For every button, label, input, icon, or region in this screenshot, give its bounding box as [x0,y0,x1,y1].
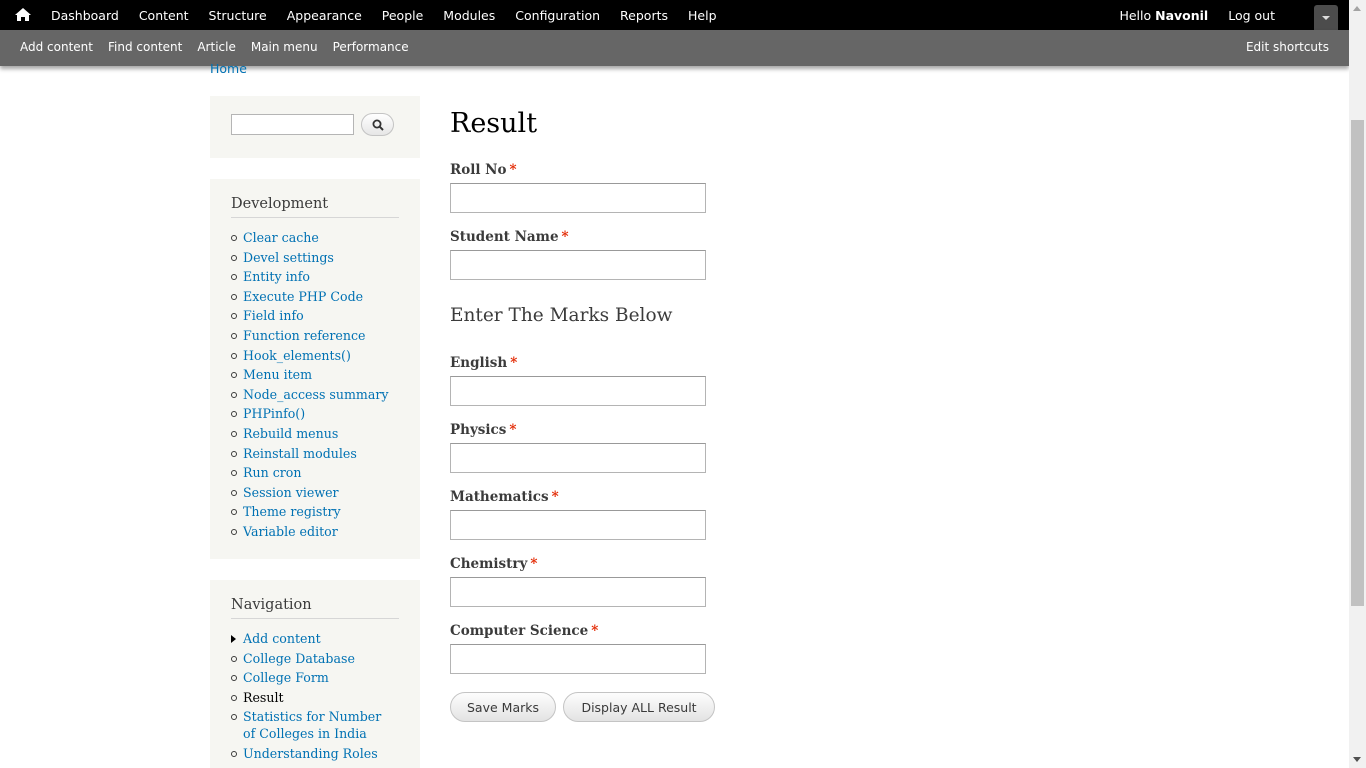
username: Navonil [1155,7,1209,23]
toolbar-item-content[interactable]: Content [139,8,189,23]
dev-link-menu-item[interactable]: Menu item [231,365,389,385]
search-button[interactable] [361,113,394,136]
development-menu: Clear cache Devel settings Entity info E… [231,228,389,542]
search-block [210,96,420,158]
physics-label-text: Physics [450,422,507,438]
mathematics-field[interactable] [450,510,706,540]
breadcrumb: Home [210,61,247,76]
nav-link-understanding-roles[interactable]: Understanding Roles [231,744,393,764]
search-input[interactable] [231,114,354,135]
search-icon [372,119,384,131]
student-name-label-text: Student Name [450,229,559,245]
shortcut-bar: Add content Find content Article Main me… [0,30,1349,66]
dev-link-theme-registry[interactable]: Theme registry [231,502,389,522]
toolbar-user: Hello Navonil Log out [1119,0,1275,30]
roll-no-label-text: Roll No [450,162,507,178]
logout-link[interactable]: Log out [1228,8,1275,23]
page-scrollbar[interactable] [1349,0,1366,768]
chevron-down-icon [1322,15,1330,20]
dev-link-rebuild-menus[interactable]: Rebuild menus [231,424,389,444]
dev-link-entity-info[interactable]: Entity info [231,267,389,287]
nav-link-statistics[interactable]: Statistics for Number of Colleges in Ind… [231,707,393,744]
nav-link-add-content[interactable]: Add content [231,629,393,649]
page-title: Result [450,108,538,139]
dev-link-execute-php[interactable]: Execute PHP Code [231,287,389,307]
shortcut-list: Add content Find content Article Main me… [20,30,424,64]
dev-link-session-viewer[interactable]: Session viewer [231,483,389,503]
shortcut-find-content[interactable]: Find content [108,40,182,54]
toolbar-menu: Dashboard Content Structure Appearance P… [51,0,737,30]
chemistry-label-text: Chemistry [450,556,528,572]
chemistry-field[interactable] [450,577,706,607]
development-block: Development Clear cache Devel settings E… [210,179,420,559]
required-marker: * [509,422,517,438]
dev-link-hook-elements[interactable]: Hook_elements() [231,346,389,366]
computer-science-field[interactable] [450,644,706,674]
roll-no-field[interactable] [450,183,706,213]
dev-link-phpinfo[interactable]: PHPinfo() [231,404,389,424]
computer-science-label-text: Computer Science [450,623,589,639]
toolbar-item-dashboard[interactable]: Dashboard [51,8,119,23]
student-name-label: Student Name * [450,229,569,245]
shortcut-article[interactable]: Article [197,40,236,54]
english-label: English * [450,355,517,371]
english-field[interactable] [450,376,706,406]
required-marker: * [561,229,569,245]
toolbar-item-structure[interactable]: Structure [209,8,267,23]
dev-link-function-reference[interactable]: Function reference [231,326,389,346]
breadcrumb-home-link[interactable]: Home [210,61,247,76]
student-name-field[interactable] [450,250,706,280]
dev-link-variable-editor[interactable]: Variable editor [231,522,389,542]
user-greeting[interactable]: Hello Navonil [1119,8,1208,23]
english-label-text: English [450,355,508,371]
dev-link-clear-cache[interactable]: Clear cache [231,228,389,248]
mathematics-label: Mathematics * [450,489,559,505]
nav-link-result[interactable]: Result [231,688,393,708]
chemistry-label: Chemistry * [450,556,537,572]
required-marker: * [509,162,517,178]
computer-science-label: Computer Science * [450,623,598,639]
admin-toolbar: Dashboard Content Structure Appearance P… [0,0,1349,30]
development-title: Development [231,196,399,218]
save-marks-button[interactable]: Save Marks [450,692,556,722]
required-marker: * [530,556,538,572]
shortcut-add-content[interactable]: Add content [20,40,93,54]
dev-link-reinstall-modules[interactable]: Reinstall modules [231,444,389,464]
toolbar-item-people[interactable]: People [382,8,424,23]
mathematics-label-text: Mathematics [450,489,549,505]
roll-no-label: Roll No * [450,162,517,178]
navigation-title: Navigation [231,597,399,619]
dev-link-field-info[interactable]: Field info [231,306,389,326]
physics-field[interactable] [450,443,706,473]
navigation-block: Navigation Add content College Database … [210,580,420,768]
required-marker: * [510,355,518,371]
nav-link-college-database[interactable]: College Database [231,649,393,669]
scroll-down-arrow-icon[interactable] [1353,757,1361,762]
dev-link-run-cron[interactable]: Run cron [231,463,389,483]
navigation-menu: Add content College Database College For… [231,629,393,764]
home-icon[interactable] [12,6,34,24]
physics-label: Physics * [450,422,516,438]
greeting-prefix: Hello [1119,7,1152,23]
edit-shortcuts-link[interactable]: Edit shortcuts [1246,30,1329,64]
toolbar-item-modules[interactable]: Modules [443,8,495,23]
required-marker: * [551,489,559,505]
toolbar-item-reports[interactable]: Reports [620,8,668,23]
required-marker: * [591,623,599,639]
toolbar-item-help[interactable]: Help [688,8,717,23]
toolbar-item-appearance[interactable]: Appearance [287,8,362,23]
shortcut-performance[interactable]: Performance [333,40,409,54]
scroll-up-arrow-icon[interactable] [1353,6,1361,11]
toolbar-item-configuration[interactable]: Configuration [515,8,600,23]
shortcut-main-menu[interactable]: Main menu [251,40,318,54]
nav-link-college-form[interactable]: College Form [231,668,393,688]
scrollbar-thumb[interactable] [1351,120,1364,606]
marks-heading: Enter The Marks Below [450,305,673,326]
dev-link-devel-settings[interactable]: Devel settings [231,248,389,268]
dev-link-node-access[interactable]: Node_access summary [231,385,389,405]
toolbar-drawer-toggle[interactable] [1314,5,1338,30]
display-all-result-button[interactable]: Display ALL Result [563,692,715,722]
